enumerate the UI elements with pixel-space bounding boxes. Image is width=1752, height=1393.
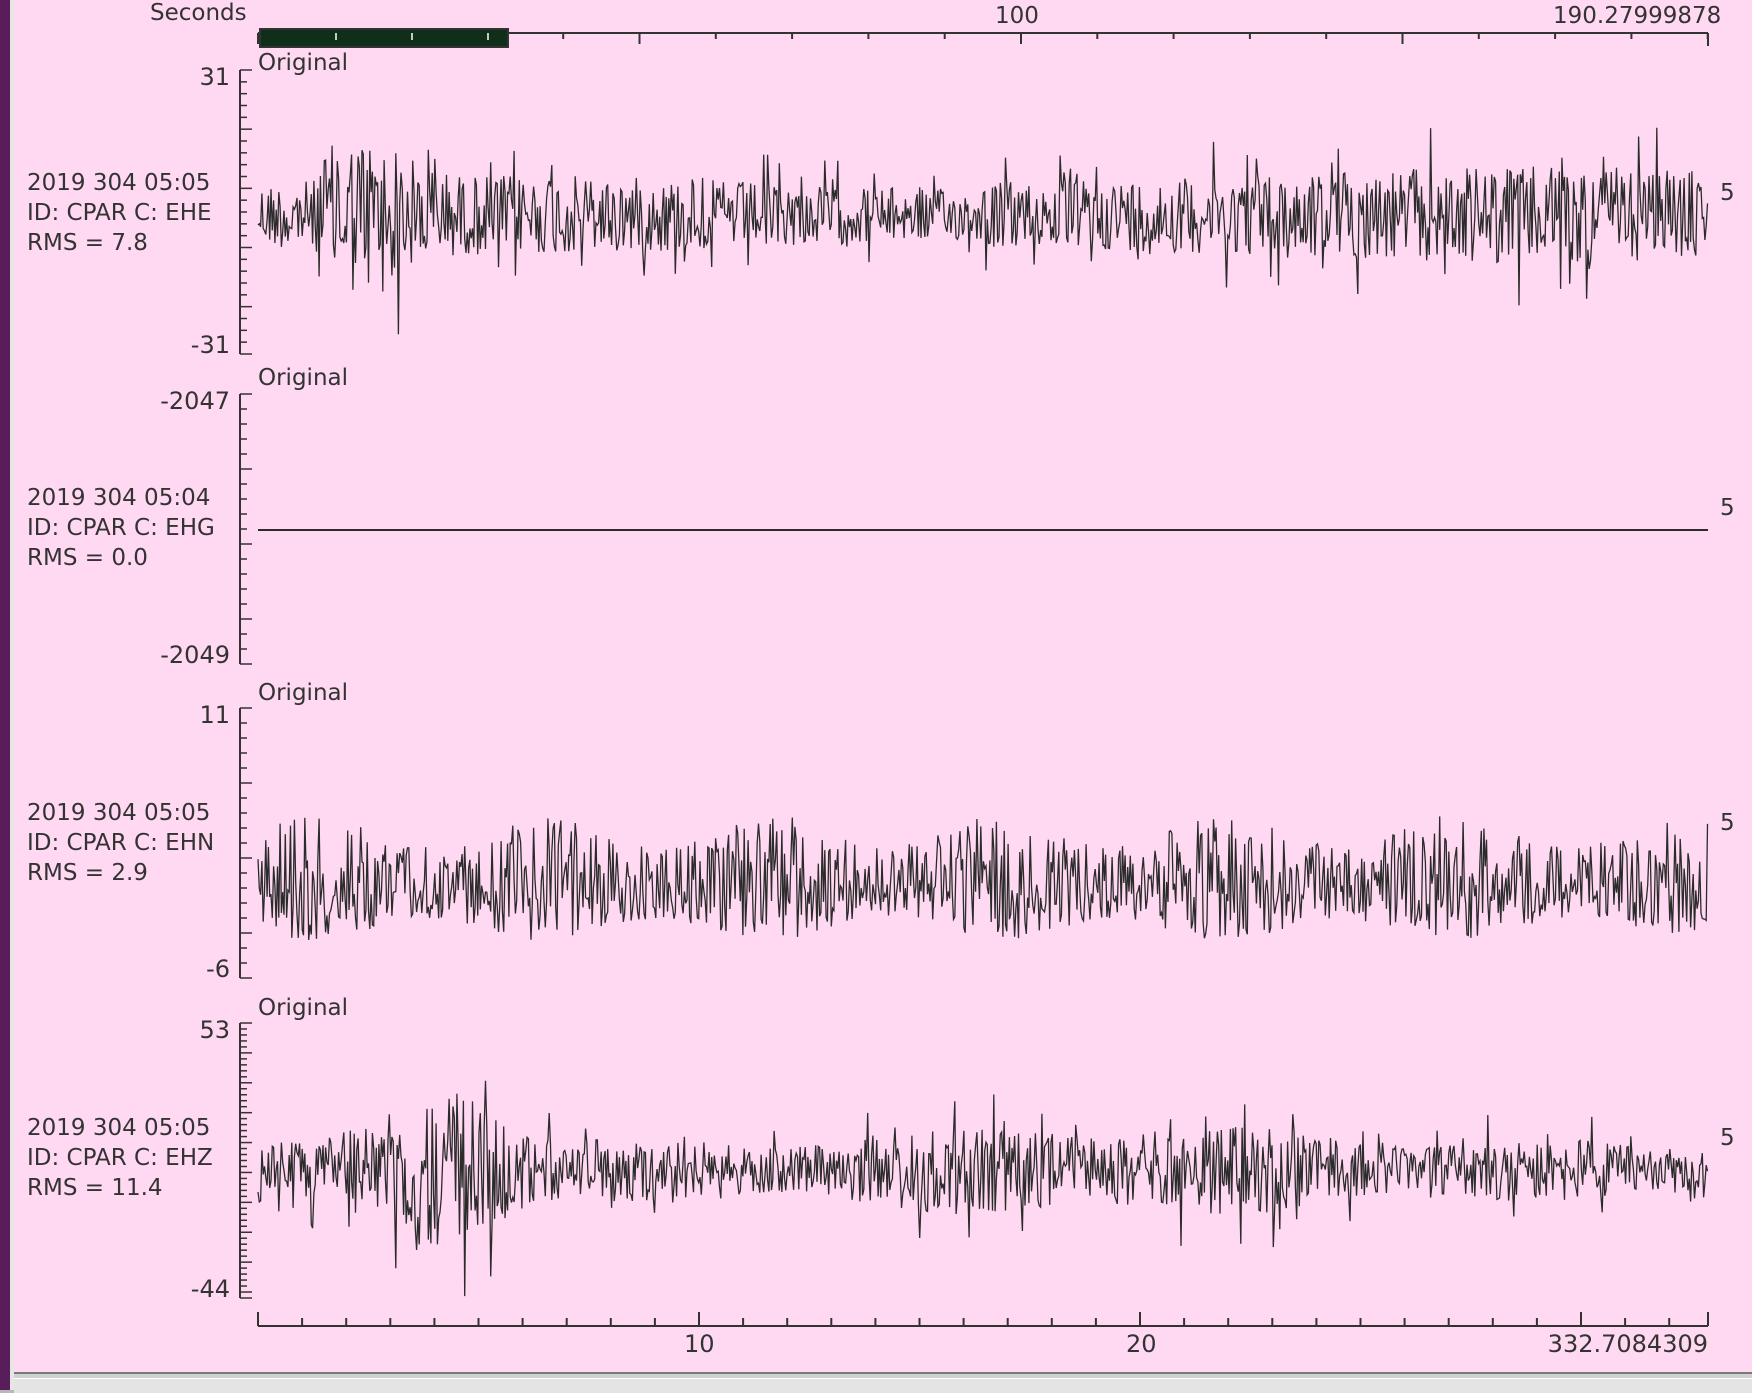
trace-scale-label: 5 (1720, 495, 1735, 521)
trace-rms: RMS = 0.0 (27, 545, 148, 571)
top-time-axis: Seconds 100 190.27999878 (150, 0, 1721, 48)
trace-station-id: ID: CPAR C: EHG (27, 515, 215, 541)
trace-y-min: -6 (206, 955, 230, 983)
trace-rms: RMS = 7.8 (27, 230, 148, 256)
top-axis-end-label: 190.27999878 (1553, 3, 1721, 29)
trace-filter-label: Original (258, 50, 348, 76)
bottom-time-axis: 10 20 332.7084309 (257, 1312, 1709, 1358)
trace-station-id: ID: CPAR C: EHE (27, 200, 212, 226)
bottom-axis-ticks (257, 1312, 1709, 1326)
trace-rms: RMS = 11.4 (27, 1175, 163, 1201)
trace-filter-label: Original (258, 680, 348, 706)
trace-filter-label: Original (258, 365, 348, 391)
waveform-trace (257, 127, 1709, 335)
waveform-trace (257, 1080, 1709, 1297)
horizontal-scrollbar[interactable] (14, 1372, 1752, 1393)
trace-panel-1[interactable]: Original 2019 304 05:05 ID: CPAR C: EHE RMS… (27, 50, 1735, 359)
bottom-axis-label-10: 10 (684, 1330, 715, 1358)
trace-station-id: ID: CPAR C: EHZ (27, 1145, 213, 1171)
top-axis-mid-label: 100 (995, 3, 1039, 29)
trace-scale-label: 5 (1720, 1125, 1735, 1151)
trace-filter-label: Original (258, 995, 348, 1021)
trace-station-id: ID: CPAR C: EHN (27, 830, 214, 856)
overview-window-bar[interactable] (259, 28, 509, 48)
bottom-axis-label-20: 20 (1126, 1330, 1157, 1358)
bottom-axis-end-label: 332.7084309 (1548, 1330, 1708, 1358)
trace-start-time: 2019 304 05:05 (27, 1115, 210, 1141)
trace-panel-4[interactable]: Original 2019 304 05:05 ID: CPAR C: EHZ RMS… (27, 995, 1735, 1303)
top-axis-unit-label: Seconds (150, 0, 247, 26)
trace-start-time: 2019 304 05:05 (27, 800, 210, 826)
trace-y-max: -2047 (160, 387, 230, 415)
trace-panels: Original 2019 304 05:05 ID: CPAR C: EHE RMS… (27, 50, 1735, 1303)
trace-y-max: 11 (199, 701, 230, 729)
trace-scale-label: 5 (1720, 810, 1735, 836)
seismogram-canvas[interactable]: Seconds 100 190.27999878 Original 2019 30… (14, 0, 1752, 1372)
trace-y-max: 31 (199, 63, 230, 91)
window-left-border (0, 0, 10, 1390)
waveform-trace (257, 816, 1709, 941)
trace-y-min: -44 (191, 1275, 230, 1303)
trace-panel-3[interactable]: Original 2019 304 05:05 ID: CPAR C: EHN RMS… (27, 680, 1735, 983)
trace-start-time: 2019 304 05:04 (27, 485, 210, 511)
scrollbar-track[interactable] (14, 1378, 1752, 1393)
trace-start-time: 2019 304 05:05 (27, 170, 210, 196)
trace-scale-label: 5 (1720, 180, 1735, 206)
trace-y-min: -2049 (160, 641, 230, 669)
trace-y-min: -31 (191, 331, 230, 359)
trace-rms: RMS = 2.9 (27, 860, 148, 886)
seismogram-plot-window[interactable]: Seconds 100 190.27999878 Original 2019 30… (14, 0, 1752, 1372)
trace-y-max: 53 (199, 1016, 230, 1044)
trace-panel-2[interactable]: Original 2019 304 05:04 ID: CPAR C: EHG RMS… (27, 365, 1735, 669)
